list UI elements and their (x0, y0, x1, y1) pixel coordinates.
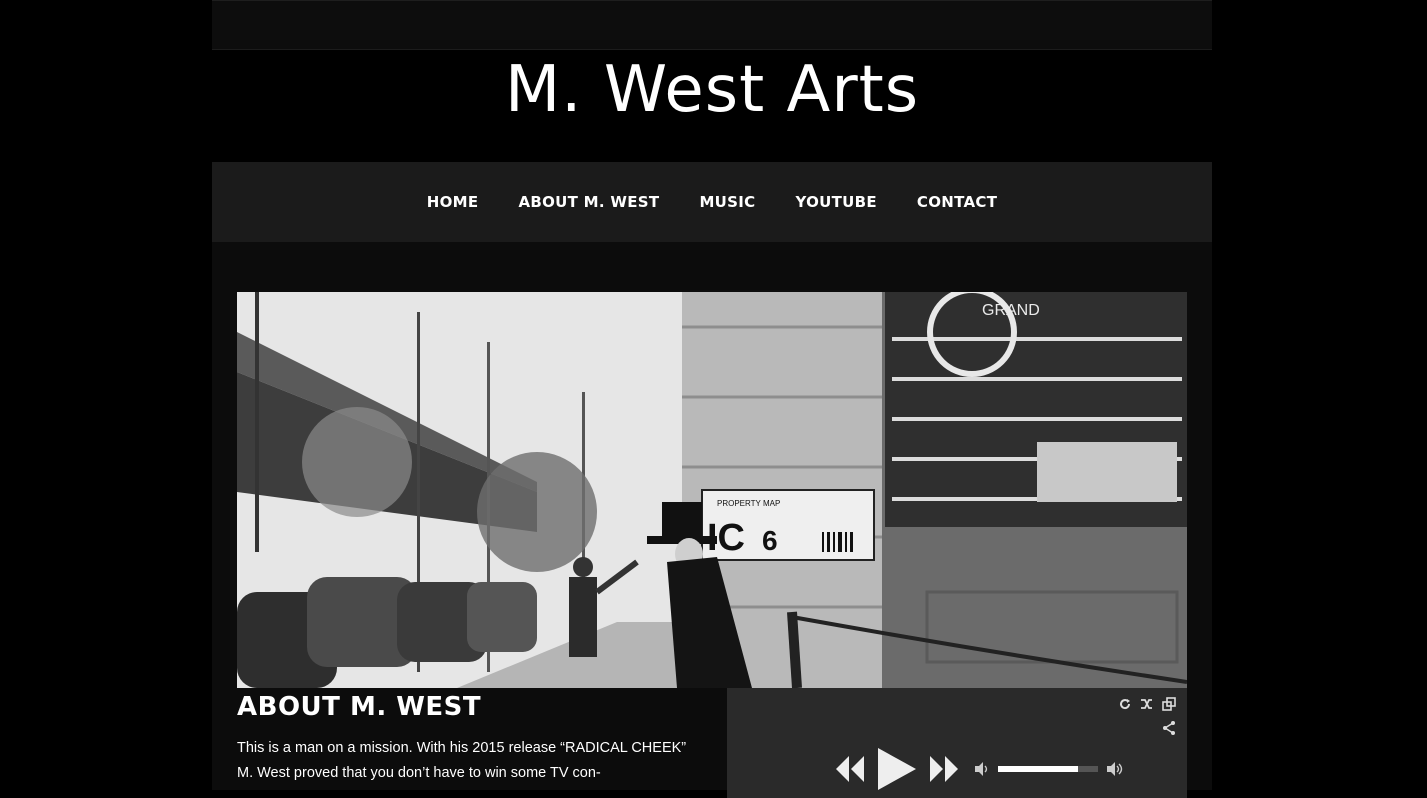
nav-item-music[interactable]: MUSIC (699, 193, 755, 211)
player-top-controls (1117, 696, 1177, 712)
nav-item-about[interactable]: ABOUT M. WEST (518, 193, 659, 211)
volume-fill (998, 766, 1078, 772)
street-photo: GRAND PROPERTY MAP IC 6 (237, 292, 1187, 688)
rewind-icon[interactable] (834, 754, 866, 784)
nav-item-contact[interactable]: CONTACT (917, 193, 997, 211)
hero-image: GRAND PROPERTY MAP IC 6 (237, 292, 1187, 688)
site-title[interactable]: M. West Arts (212, 50, 1212, 130)
music-player (727, 688, 1187, 798)
transport-controls (834, 746, 1126, 792)
volume-low-icon[interactable] (974, 761, 990, 777)
share-icon[interactable] (1161, 720, 1177, 736)
repeat-icon[interactable] (1117, 696, 1133, 712)
popout-icon[interactable] (1161, 696, 1177, 712)
nav-item-home[interactable]: HOME (427, 193, 479, 211)
main-nav: HOME ABOUT M. WEST MUSIC YOUTUBE CONTACT (212, 162, 1212, 242)
about-text: This is a man on a mission. With his 201… (237, 740, 687, 781)
content-area: GRAND PROPERTY MAP IC 6 ABOUT M. WEST Th… (212, 242, 1212, 798)
play-icon[interactable] (874, 746, 920, 792)
shuffle-icon[interactable] (1139, 696, 1155, 712)
grand-sign: GRAND (982, 302, 1040, 319)
page-wrapper: M. West Arts HOME ABOUT M. WEST MUSIC YO… (212, 0, 1212, 798)
about-heading: ABOUT M. WEST (237, 692, 482, 722)
property-map-sign: PROPERTY MAP (717, 499, 780, 508)
property-bldg: 6 (762, 525, 778, 556)
nav-item-youtube[interactable]: YOUTUBE (795, 193, 876, 211)
volume-high-icon[interactable] (1106, 761, 1126, 777)
top-bar (212, 0, 1212, 50)
volume-slider[interactable] (998, 766, 1098, 772)
fast-forward-icon[interactable] (928, 754, 960, 784)
